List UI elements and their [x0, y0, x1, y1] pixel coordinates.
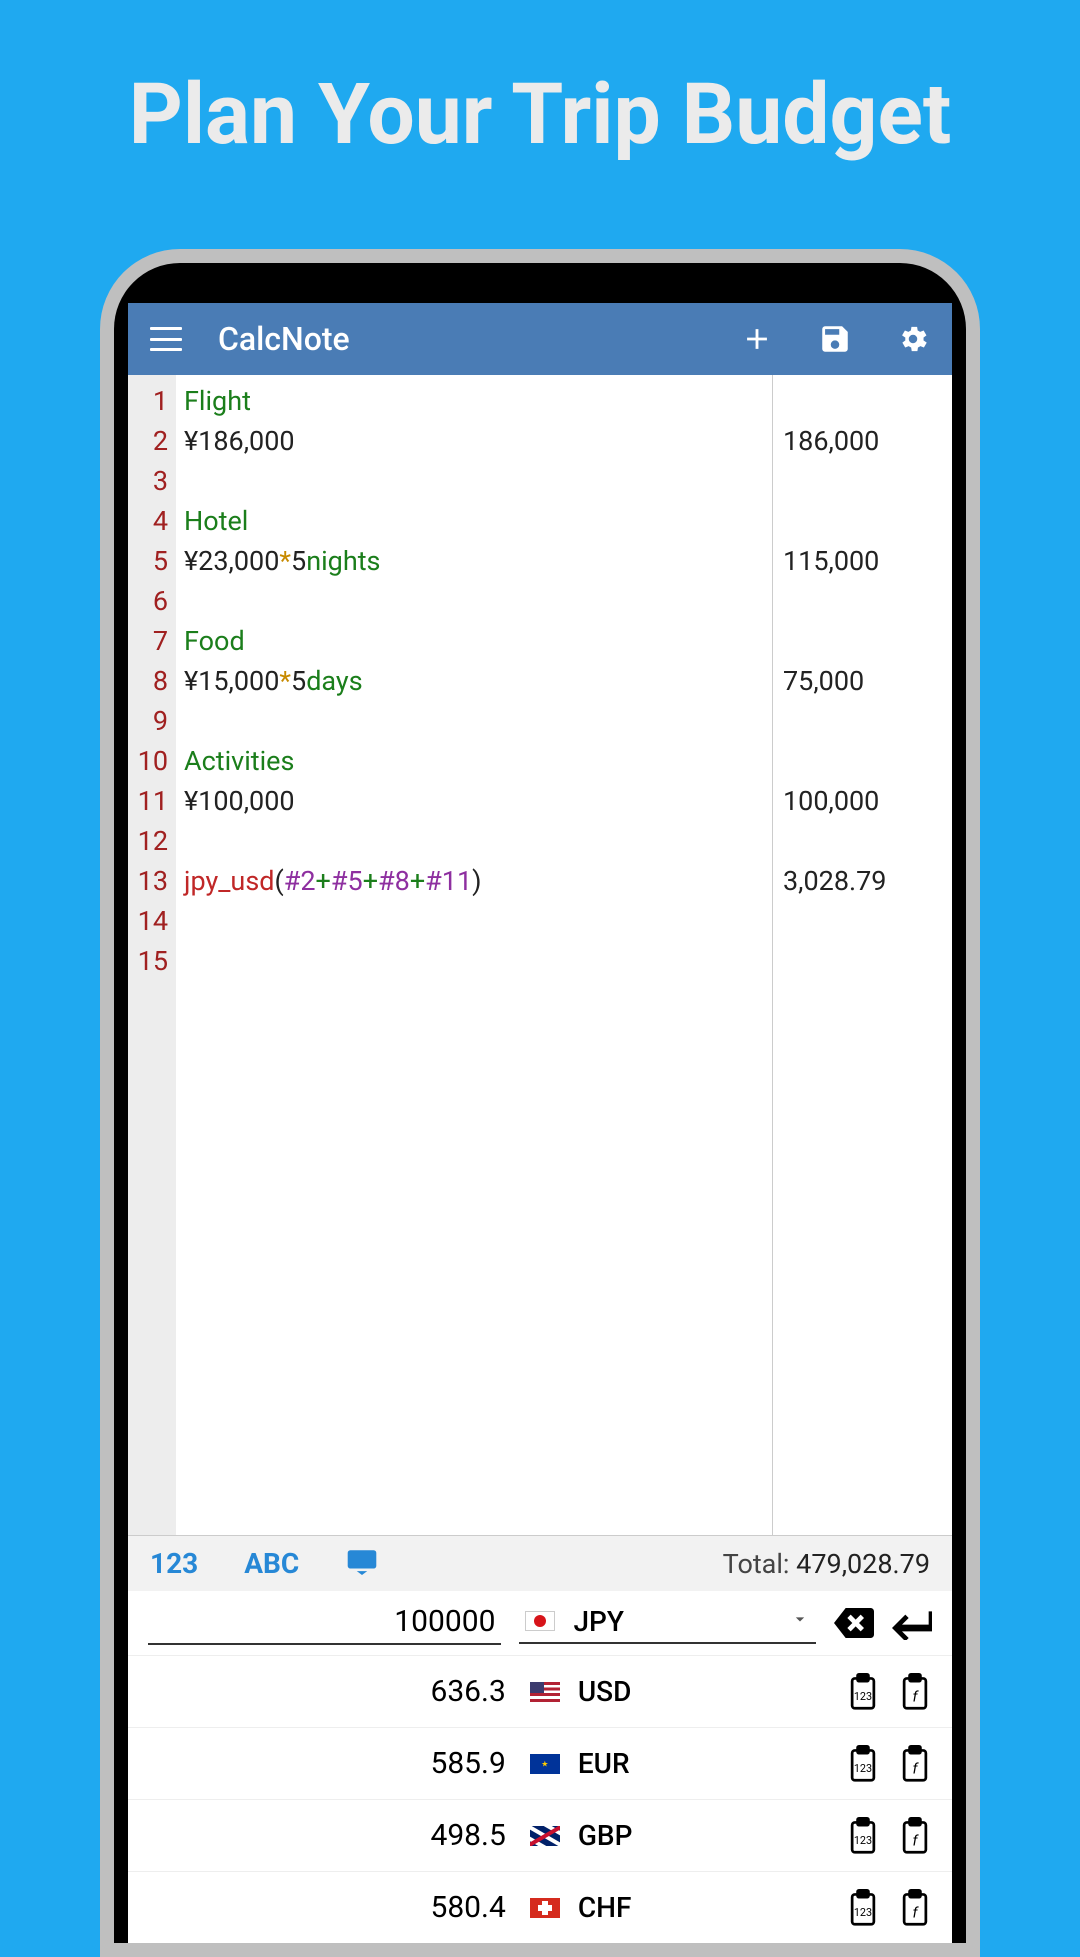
currency-select[interactable]: JPY	[519, 1603, 816, 1644]
enter-icon[interactable]	[892, 1606, 932, 1640]
chevron-down-icon	[790, 1609, 810, 1633]
currency-value: 585.9	[148, 1746, 512, 1781]
svg-text:123: 123	[854, 1834, 872, 1847]
add-icon[interactable]	[740, 322, 774, 356]
svg-text:123: 123	[854, 1906, 872, 1919]
flag-gb-icon	[530, 1826, 560, 1846]
numeric-tab[interactable]: 123	[150, 1547, 198, 1580]
promo-title: Plan Your Trip Budget	[0, 0, 1080, 249]
copy-function-icon[interactable]: f	[898, 1817, 932, 1855]
flag-ch-icon	[530, 1898, 560, 1918]
flag-eu-icon	[530, 1754, 560, 1774]
app-title: CalcNote	[218, 320, 712, 358]
svg-text:123: 123	[854, 1762, 872, 1775]
currency-label: USD	[530, 1675, 828, 1708]
svg-text:f: f	[912, 1687, 919, 1705]
copy-number-icon[interactable]: 123	[846, 1673, 880, 1711]
backspace-icon[interactable]	[834, 1606, 874, 1640]
code-editor[interactable]: 123456789101112131415 Flight¥186,000Hote…	[128, 375, 952, 1535]
currency-row: 580.4 CHF 123 f	[128, 1871, 952, 1943]
svg-text:f: f	[912, 1831, 919, 1849]
save-icon[interactable]	[818, 322, 852, 356]
copy-number-icon[interactable]: 123	[846, 1889, 880, 1927]
svg-text:123: 123	[854, 1690, 872, 1703]
copy-function-icon[interactable]: f	[898, 1673, 932, 1711]
currency-row: 636.3 USD 123 f	[128, 1655, 952, 1727]
currency-amount-input[interactable]: 100000	[148, 1602, 501, 1645]
currency-label: GBP	[530, 1819, 828, 1852]
keyboard-icon[interactable]	[345, 1549, 379, 1579]
total-display: Total: 479,028.79	[723, 1548, 930, 1580]
phone-frame: CalcNote 123456789101112131415 Flight¥1	[100, 249, 980, 1957]
app-bar: CalcNote	[128, 303, 952, 375]
copy-function-icon[interactable]: f	[898, 1745, 932, 1783]
copy-number-icon[interactable]: 123	[846, 1817, 880, 1855]
flag-jp-icon	[525, 1611, 555, 1631]
currency-label: CHF	[530, 1891, 828, 1924]
settings-icon[interactable]	[896, 322, 930, 356]
menu-icon[interactable]	[150, 327, 182, 351]
currency-row: 498.5 GBP 123 f	[128, 1799, 952, 1871]
currency-row: 585.9 EUR 123 f	[128, 1727, 952, 1799]
result-column: 186,000115,00075,000100,0003,028.79	[772, 375, 952, 1535]
alpha-tab[interactable]: ABC	[244, 1547, 299, 1580]
copy-number-icon[interactable]: 123	[846, 1745, 880, 1783]
line-gutter: 123456789101112131415	[128, 375, 176, 1535]
currency-value: 636.3	[148, 1674, 512, 1709]
toolbar: 123 ABC Total: 479,028.79	[128, 1535, 952, 1591]
copy-function-icon[interactable]: f	[898, 1889, 932, 1927]
currency-value: 498.5	[148, 1818, 512, 1853]
currency-panel: 100000 JPY 636.3	[128, 1591, 952, 1943]
code-column[interactable]: Flight¥186,000Hotel¥23,000 * 5 nightsFoo…	[176, 375, 772, 1535]
svg-text:f: f	[912, 1759, 919, 1777]
svg-text:f: f	[912, 1903, 919, 1921]
selected-currency-code: JPY	[573, 1605, 624, 1638]
currency-label: EUR	[530, 1747, 828, 1780]
flag-us-icon	[530, 1682, 560, 1702]
